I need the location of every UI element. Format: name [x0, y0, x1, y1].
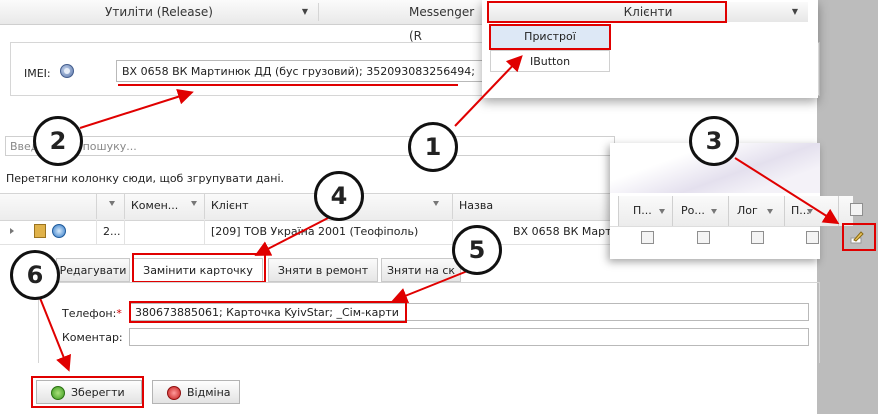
callout-5: 5 [452, 225, 502, 275]
callout-2: 2 [33, 116, 83, 166]
callout-1: 1 [408, 122, 458, 172]
callout-3: 3 [689, 116, 739, 166]
callout-6: 6 [10, 250, 60, 300]
callout-4: 4 [314, 171, 364, 221]
annotation-arrows [39, 55, 840, 372]
